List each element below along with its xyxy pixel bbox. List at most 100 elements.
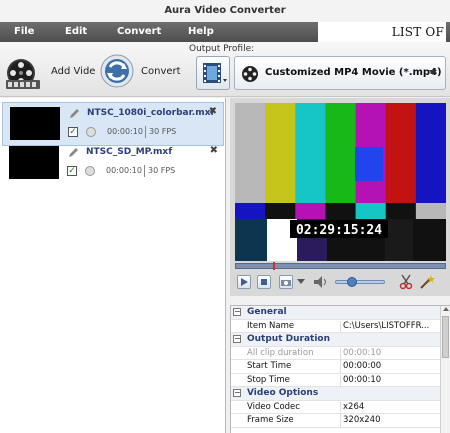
add-video-button[interactable]: Add Vide (51, 66, 95, 77)
file-thumbnail (10, 107, 60, 140)
property-label: Start Time (247, 361, 341, 374)
property-row[interactable]: Frame Size 320x240 (231, 414, 450, 428)
divider (145, 126, 146, 138)
chevron-down-icon (429, 70, 437, 75)
clock-icon (86, 127, 96, 137)
property-row[interactable]: Video Codec x264 (231, 401, 450, 415)
stop-icon (261, 279, 267, 285)
property-label: All clip duration (247, 347, 341, 361)
color-bar-strip (235, 203, 266, 219)
toolbar: Add Vide Convert Output Profile: Customi… (0, 42, 450, 97)
color-bar-strip (325, 203, 357, 219)
magic-wand-icon[interactable] (419, 274, 435, 290)
camera-icon (281, 280, 291, 286)
property-label: Video Codec (247, 401, 341, 415)
play-icon (241, 278, 248, 286)
chevron-down-icon[interactable] (297, 279, 305, 285)
category-title: Output Duration (247, 334, 331, 344)
property-row[interactable]: Start Time 00:00:00 (231, 360, 450, 374)
color-bar-strip (355, 203, 387, 219)
property-value[interactable]: 00:00:10 (343, 375, 438, 385)
color-bars-image: 02:29:15:24 (235, 103, 446, 261)
seek-bar[interactable] (235, 262, 446, 270)
watermark-label: LIST OF FREEWARE (318, 22, 446, 59)
player-controls (235, 272, 446, 292)
color-bar (415, 103, 446, 203)
collapse-icon[interactable]: − (233, 335, 241, 343)
property-value[interactable]: 320x240 (343, 415, 438, 425)
film-strip-icon (203, 63, 227, 83)
film-reel-add-icon[interactable] (4, 56, 42, 92)
collapse-icon[interactable]: − (233, 308, 241, 316)
color-bar-strip (385, 203, 417, 219)
property-value[interactable]: 00:00:00 (343, 361, 438, 371)
divider (144, 165, 145, 177)
volume-knob[interactable] (347, 277, 358, 287)
convert-button[interactable]: Convert (141, 66, 181, 77)
file-duration: 00:00:10 (107, 127, 143, 136)
category-output-duration[interactable]: − Output Duration (231, 333, 450, 347)
speaker-icon[interactable] (313, 275, 329, 289)
property-label: Frame Size (247, 415, 341, 428)
menu-convert[interactable]: Convert (117, 22, 161, 42)
color-bar-strip (265, 203, 296, 219)
property-value: 00:00:10 (343, 347, 382, 358)
video-preview[interactable]: 02:29:15:24 (235, 103, 446, 261)
file-name[interactable]: NTSC_SD_MP.mxf (86, 147, 172, 157)
color-bar (235, 103, 266, 203)
category-general[interactable]: − General (231, 306, 450, 320)
property-value[interactable]: x264 (343, 402, 438, 412)
seek-marker[interactable] (273, 262, 275, 270)
collapse-icon[interactable]: − (233, 389, 241, 397)
file-fps: 30 FPS (148, 166, 176, 175)
output-profile-value: Customized MP4 Movie (*.mp4) (265, 67, 442, 78)
category-title: General (247, 307, 287, 317)
property-row[interactable]: Stop Time 00:00:10 (231, 374, 450, 388)
output-profile-select[interactable]: Customized MP4 Movie (*.mp4) (234, 56, 446, 90)
file-fps: 30 FPS (149, 127, 177, 136)
clock-icon (85, 166, 95, 176)
close-icon[interactable]: ✖ (210, 145, 218, 156)
close-icon[interactable]: ✖ (209, 106, 217, 117)
file-item[interactable]: NTSC_1080i_colorbar.mxf ✖ ✓ 00:00:10 30 … (2, 102, 224, 146)
snapshot-button[interactable] (279, 275, 293, 289)
file-item[interactable]: NTSC_SD_MP.mxf ✖ ✓ 00:00:10 30 FPS (2, 142, 224, 186)
file-duration: 00:00:10 (106, 166, 142, 175)
category-video-options[interactable]: − Video Options (231, 387, 450, 401)
property-label: Stop Time (247, 374, 341, 388)
scroll-up-icon[interactable] (443, 307, 449, 311)
property-label: Item Name (247, 320, 341, 334)
pencil-icon[interactable] (69, 108, 80, 119)
play-button[interactable] (237, 275, 251, 289)
convert-icon[interactable] (99, 53, 135, 89)
scissors-icon[interactable] (399, 274, 413, 290)
mp4-reel-icon (242, 66, 258, 82)
color-bar-inset (355, 147, 383, 181)
color-bar-strip (295, 203, 326, 219)
color-bar (325, 103, 357, 203)
color-bar-strip (415, 203, 446, 219)
timecode-overlay: 02:29:15:24 (296, 223, 382, 238)
menu-help[interactable]: Help (188, 22, 214, 42)
property-row[interactable]: Item Name C:\Users\LISTOFFR... (231, 320, 450, 334)
pencil-icon[interactable] (68, 147, 79, 158)
property-value[interactable]: C:\Users\LISTOFFR... (343, 321, 438, 331)
color-bar (385, 103, 417, 203)
properties-grid: − General Item Name C:\Users\LISTOFFR...… (230, 305, 450, 433)
preview-pane: 02:29:15:24 (230, 98, 450, 296)
volume-slider[interactable] (335, 277, 385, 287)
stop-button[interactable] (257, 275, 271, 289)
window-title: Aura Video Converter (0, 0, 450, 22)
file-name[interactable]: NTSC_1080i_colorbar.mxf (87, 108, 214, 118)
color-bar (295, 103, 326, 203)
scrollbar-thumb[interactable] (442, 316, 449, 358)
profile-category-button[interactable] (196, 56, 230, 90)
menu-file[interactable]: File (14, 22, 34, 42)
file-checkbox[interactable]: ✓ (68, 127, 78, 137)
category-title: Video Options (247, 388, 319, 398)
properties-scrollbar[interactable] (440, 306, 450, 433)
menu-edit[interactable]: Edit (65, 22, 87, 42)
file-checkbox[interactable]: ✓ (67, 166, 77, 176)
output-profile-caption: Output Profile: (189, 44, 255, 54)
file-list: NTSC_1080i_colorbar.mxf ✖ ✓ 00:00:10 30 … (0, 98, 226, 433)
